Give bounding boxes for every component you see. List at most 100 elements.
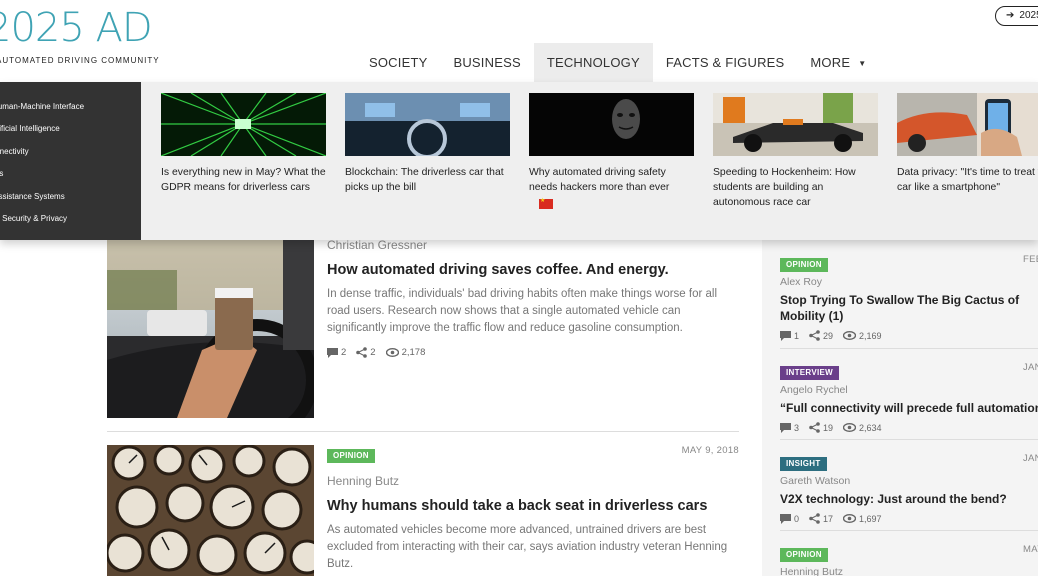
shares-stat[interactable]: 2 xyxy=(356,347,376,358)
article-title[interactable]: V2X technology: Just around the bend? xyxy=(780,491,1038,507)
nav-society[interactable]: SOCIETY xyxy=(356,43,440,82)
category-connectivity[interactable]: Connectivity xyxy=(0,141,141,163)
article-author[interactable]: Angelo Rychel xyxy=(780,384,1038,397)
year-link-button[interactable]: ➔ 2025 xyxy=(995,6,1038,26)
china-flag-icon xyxy=(539,197,553,209)
mega-card-hackers[interactable]: Why automated driving safety needs hacke… xyxy=(529,93,694,209)
sidebar-article-2: INTERVIEW JAN 31, Angelo Rychel “Full co… xyxy=(780,362,1038,433)
comments-stat[interactable]: 1 xyxy=(780,330,799,341)
article-author[interactable]: Gareth Watson xyxy=(780,475,1038,488)
year-label: 2025 xyxy=(1019,10,1038,21)
views-stat: 1,697 xyxy=(843,514,882,524)
shares-stat[interactable]: 17 xyxy=(809,513,833,524)
views-stat: 2,169 xyxy=(843,331,882,341)
shares-count: 17 xyxy=(823,513,834,524)
article-date: FEB 15, xyxy=(1023,254,1038,265)
opinion-badge[interactable]: OPINION xyxy=(327,449,375,463)
category-adas[interactable]: Driver Assistance Systems xyxy=(0,186,141,208)
share-icon xyxy=(809,513,820,524)
smartphone-car-image xyxy=(897,93,1038,156)
article-date: MAY 9, xyxy=(1023,544,1038,555)
shares-count: 29 xyxy=(823,330,834,341)
technology-mega-menu: Human-Machine Interface Artificial Intel… xyxy=(0,82,1038,240)
views-count: 2,634 xyxy=(859,422,882,433)
article-date: MAY 9, 2018 xyxy=(681,445,739,456)
article-author[interactable]: Henning Butz xyxy=(327,473,739,489)
hacker-image xyxy=(529,93,694,156)
mega-card-title: Data privacy: "It's time to treat your c… xyxy=(897,167,1038,193)
nav-technology[interactable]: TECHNOLOGY xyxy=(533,43,653,82)
opinion-badge[interactable]: OPINION xyxy=(780,258,828,272)
eye-icon xyxy=(843,331,857,340)
category-ai[interactable]: Artificial Intelligence xyxy=(0,118,141,140)
article-title[interactable]: How automated driving saves coffee. And … xyxy=(327,260,739,280)
share-icon xyxy=(809,330,820,341)
main-nav: SOCIETY BUSINESS TECHNOLOGY FACTS & FIGU… xyxy=(356,43,879,82)
comments-count: 2 xyxy=(341,347,347,358)
mega-card-title: Why automated driving safety needs hacke… xyxy=(529,167,670,193)
nav-more[interactable]: MORE ▼ xyxy=(797,43,879,82)
sidebar-divider xyxy=(780,439,1038,440)
comment-icon xyxy=(327,347,338,358)
article-stats: 2 2 2,178 xyxy=(327,347,739,358)
page: 2025 AD AUTOMATED DRIVING COMMUNITY ➔ 202… xyxy=(0,0,1038,576)
insight-badge[interactable]: INSIGHT xyxy=(780,457,827,471)
caret-down-icon: ▼ xyxy=(858,59,867,69)
site-logo[interactable]: 2025 AD AUTOMATED DRIVING COMMUNITY xyxy=(0,6,160,65)
arrow-right-icon: ➔ xyxy=(1006,10,1015,21)
logo-tagline: AUTOMATED DRIVING COMMUNITY xyxy=(0,56,160,65)
article-title[interactable]: “Full connectivity will precede full aut… xyxy=(780,400,1038,416)
sidebar-divider xyxy=(780,530,1038,531)
article-title[interactable]: Stop Trying To Swallow The Big Cactus of… xyxy=(780,292,1038,324)
cockpit-image xyxy=(345,93,510,156)
mega-card-title: Blockchain: The driverless car that pick… xyxy=(345,167,504,193)
article-humans-back-seat: OPINION MAY 9, 2018 Henning Butz Why hum… xyxy=(327,445,739,573)
shares-stat[interactable]: 29 xyxy=(809,330,833,341)
views-count: 2,178 xyxy=(401,347,426,358)
share-icon xyxy=(356,347,368,358)
mega-card-race-car[interactable]: Speeding to Hockenheim: How students are… xyxy=(713,93,878,210)
interview-badge[interactable]: INTERVIEW xyxy=(780,366,840,380)
views-stat: 2,634 xyxy=(843,423,882,433)
article-author[interactable]: Henning Butz xyxy=(780,566,1038,576)
comments-stat[interactable]: 2 xyxy=(327,347,346,358)
race-car-image xyxy=(713,93,878,156)
comment-icon xyxy=(780,422,791,433)
category-sensors[interactable]: Sensors xyxy=(0,163,141,185)
nav-business[interactable]: BUSINESS xyxy=(440,43,533,82)
category-hmi[interactable]: Human-Machine Interface xyxy=(0,96,141,118)
comment-icon xyxy=(780,513,791,524)
mega-card-title: Speeding to Hockenheim: How students are… xyxy=(713,167,856,208)
nav-facts-figures[interactable]: FACTS & FIGURES xyxy=(653,43,798,82)
category-security-privacy[interactable]: Data Security & Privacy xyxy=(0,208,141,230)
nav-more-label: MORE xyxy=(810,55,851,70)
comments-count: 3 xyxy=(794,422,800,433)
logo-mark: 2025 AD xyxy=(0,5,153,51)
shares-stat[interactable]: 19 xyxy=(809,422,833,433)
feed-divider xyxy=(107,431,739,432)
article-image-coffee[interactable] xyxy=(107,240,314,418)
article-image-cockpit[interactable] xyxy=(107,445,314,576)
mega-card-gdpr[interactable]: Is everything new in May? What the GDPR … xyxy=(161,93,326,195)
article-coffee: Christian Gressner How automated driving… xyxy=(327,237,739,358)
article-stats: 3 19 2,634 xyxy=(780,422,1038,433)
article-stats: 1 29 2,169 xyxy=(780,330,1038,341)
views-stat: 2,178 xyxy=(385,347,426,358)
article-author[interactable]: Alex Roy xyxy=(780,276,1038,289)
article-date: JAN 31, xyxy=(1023,362,1038,373)
sidebar-article-1: OPINION FEB 15, Alex Roy Stop Trying To … xyxy=(780,254,1038,341)
article-date: JAN 29, xyxy=(1023,453,1038,464)
comments-stat[interactable]: 0 xyxy=(780,513,800,524)
opinion-badge[interactable]: OPINION xyxy=(780,548,828,562)
mega-card-blockchain[interactable]: Blockchain: The driverless car that pick… xyxy=(345,93,510,195)
views-count: 2,169 xyxy=(859,330,882,341)
comments-count: 0 xyxy=(794,513,800,524)
article-excerpt: As automated vehicles become more advanc… xyxy=(327,524,728,570)
sidebar-article-4: OPINION MAY 9, Henning Butz xyxy=(780,544,1038,576)
share-icon xyxy=(809,422,820,433)
comments-stat[interactable]: 3 xyxy=(780,422,800,433)
article-title[interactable]: Why humans should take a back seat in dr… xyxy=(327,496,739,516)
eye-icon xyxy=(385,348,399,357)
mega-card-data-privacy[interactable]: Data privacy: "It's time to treat your c… xyxy=(897,93,1038,195)
comment-icon xyxy=(780,330,791,341)
